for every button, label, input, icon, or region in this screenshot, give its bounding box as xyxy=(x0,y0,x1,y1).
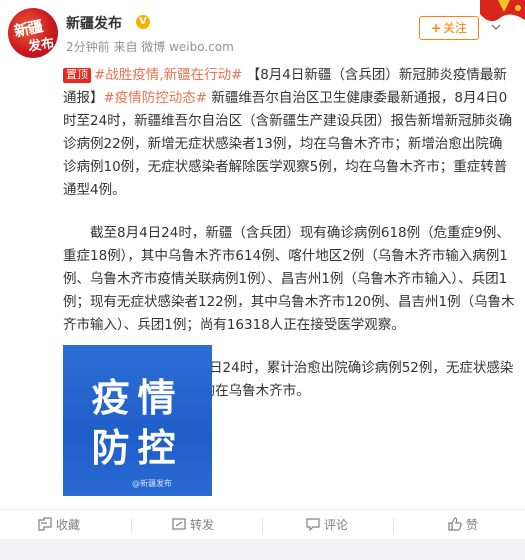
paragraph-1-text: 新疆维吾尔自治区卫生健康委最新通报，8月4日0时至24时，新疆维吾尔自治区（含新… xyxy=(63,90,513,198)
repost-button[interactable]: 转发 xyxy=(172,510,214,540)
author-name[interactable]: 新疆发布 xyxy=(66,13,122,33)
post-header: 新疆 发布 新疆发布 V 2分钟前 来自 微博 weibo.com + 关注 xyxy=(0,0,525,62)
star-icon xyxy=(38,517,52,531)
pinned-tag: 置顶 xyxy=(63,68,91,83)
post-meta: 2分钟前 来自 微博 weibo.com xyxy=(66,40,234,54)
hashtag-link[interactable]: #疫情防控动态# xyxy=(104,90,208,106)
comment-label: 评论 xyxy=(324,518,349,532)
image-text-line-1: 疫情 xyxy=(91,376,184,420)
post-image[interactable]: 疫情 防控 @新疆发布 xyxy=(63,345,212,496)
image-watermark: @新疆发布 xyxy=(132,479,172,488)
hashtag-link[interactable]: #战胜疫情,新疆在行动# xyxy=(94,67,242,83)
comment-icon xyxy=(306,518,320,532)
plus-icon: + xyxy=(430,21,442,35)
action-bar: 收藏 转发 评论 赞 xyxy=(0,509,525,539)
paragraph-2: 截至8月4日24时，新疆（含兵团）现有确诊病例618例（危重症9例、重症18例）… xyxy=(63,225,515,333)
bottom-strip xyxy=(0,539,525,560)
favorite-label: 收藏 xyxy=(56,518,81,532)
paragraph-1: 置顶 #战胜疫情,新疆在行动# 【8月4日新疆（含兵团）新冠肺炎疫情最新通报】#疫… xyxy=(63,64,515,202)
favorite-button[interactable]: 收藏 xyxy=(38,510,80,540)
image-text-line-2: 防控 xyxy=(91,426,184,470)
repost-label: 转发 xyxy=(190,518,215,532)
like-button[interactable]: 赞 xyxy=(448,510,478,540)
follow-button[interactable]: + 关注 xyxy=(419,16,479,40)
repost-icon xyxy=(172,518,186,530)
verified-badge-icon: V xyxy=(136,15,150,29)
chevron-down-icon[interactable] xyxy=(491,22,501,32)
like-label: 赞 xyxy=(466,518,479,532)
follow-label: 关注 xyxy=(443,21,468,35)
comment-button[interactable]: 评论 xyxy=(306,510,348,540)
avatar-text-2: 发布 xyxy=(27,36,56,55)
avatar[interactable]: 新疆 发布 xyxy=(8,8,58,58)
thumbs-up-icon xyxy=(448,517,462,531)
